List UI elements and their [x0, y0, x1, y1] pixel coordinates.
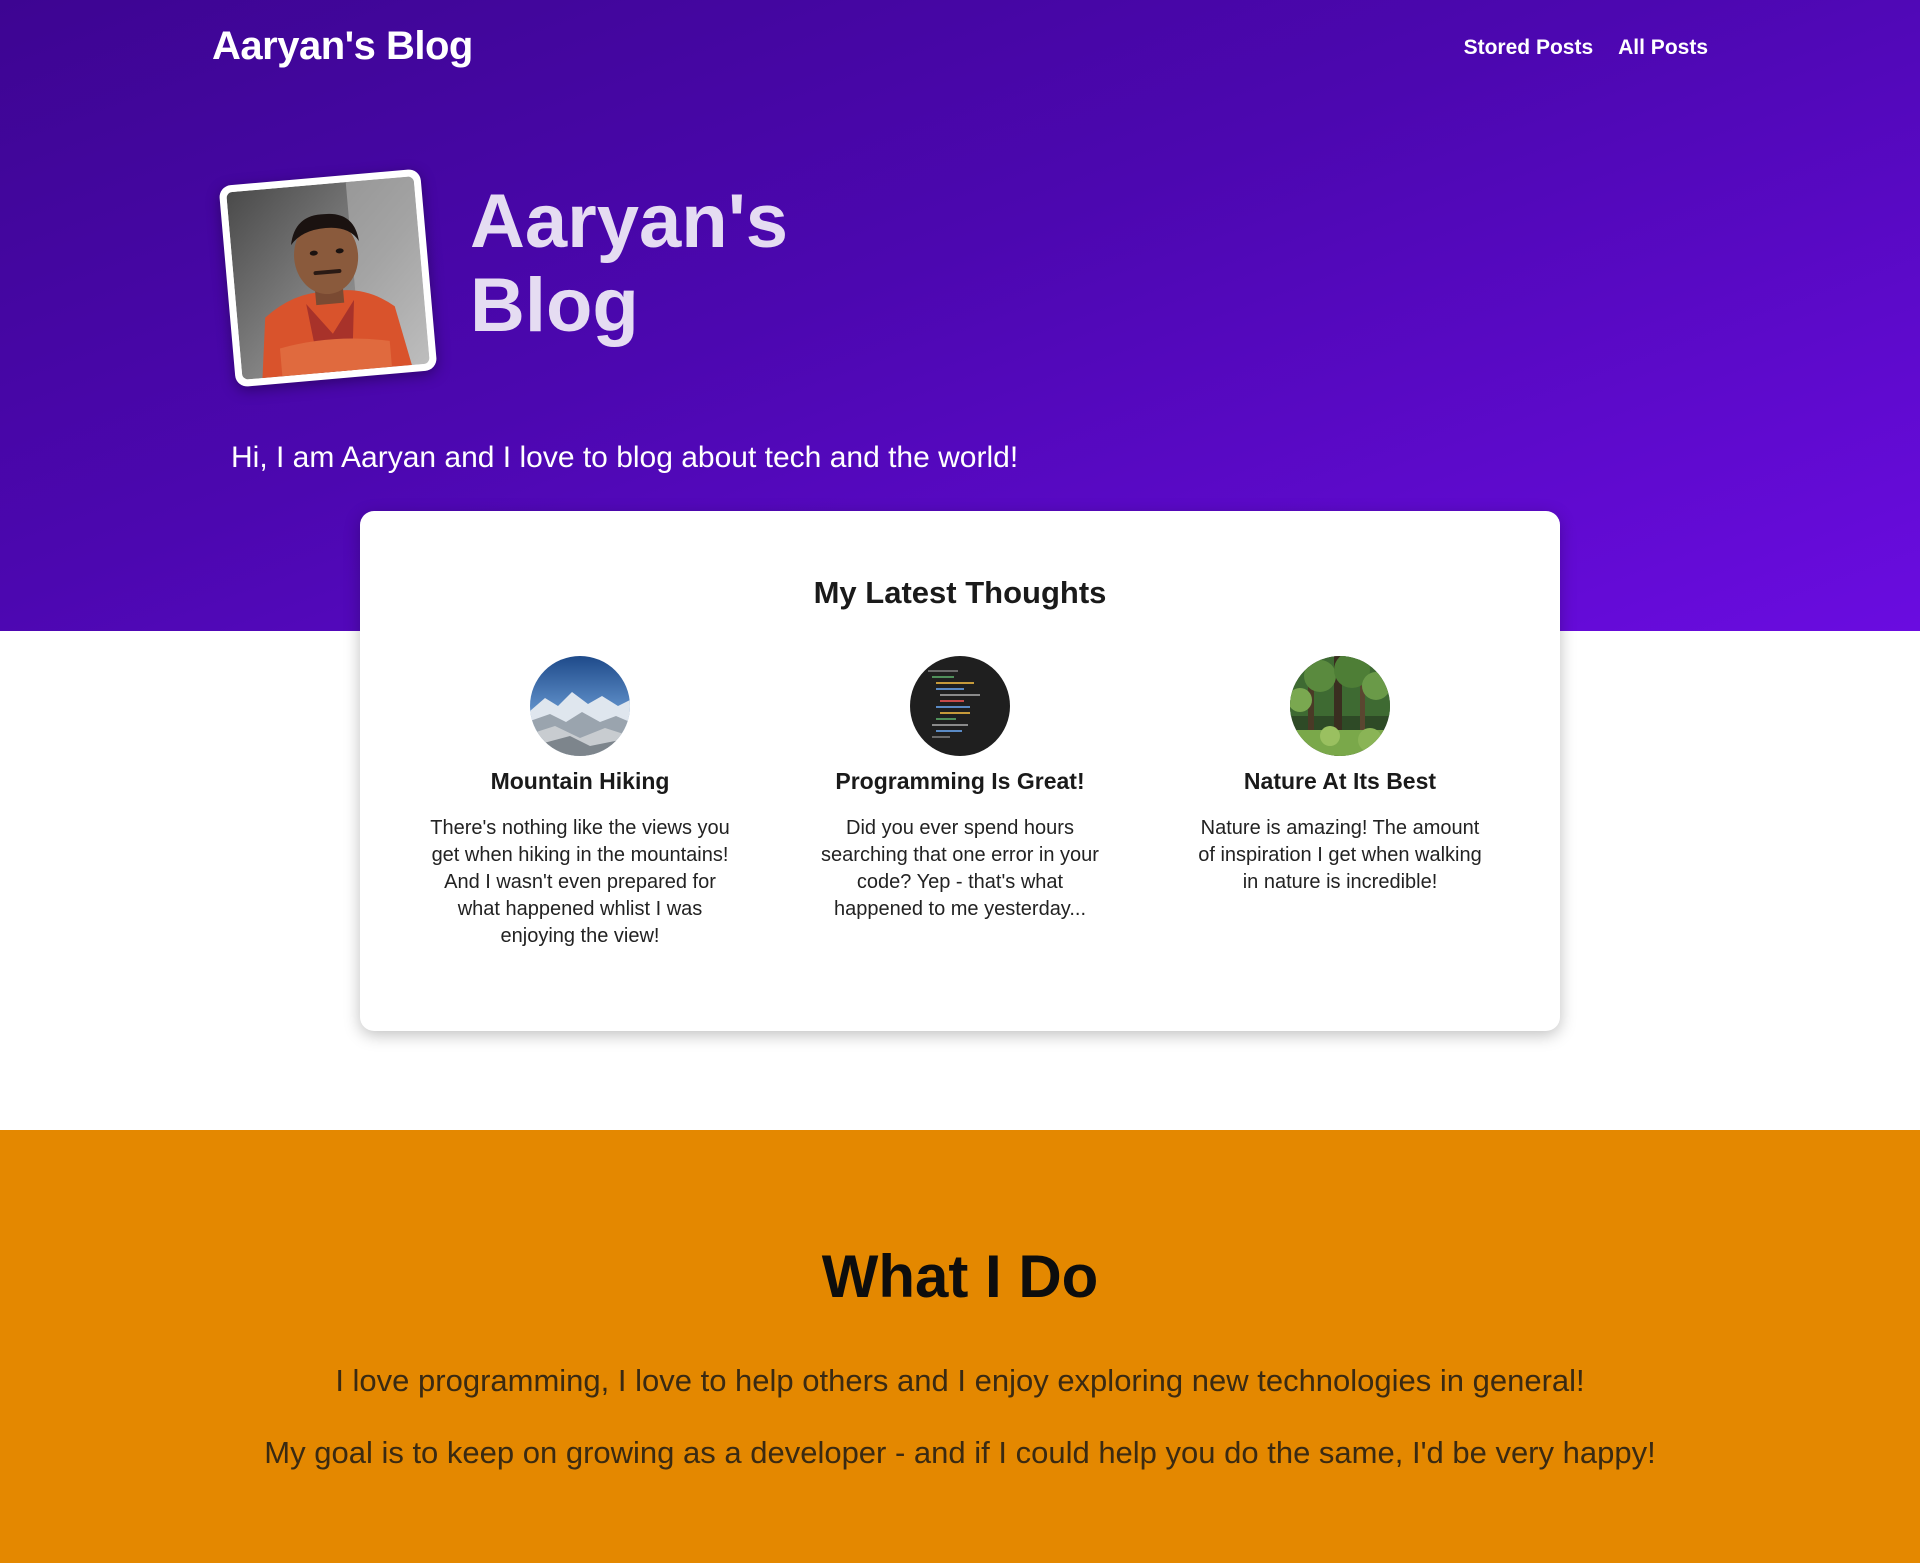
- post-title[interactable]: Mountain Hiking: [420, 768, 740, 795]
- post-item-programming[interactable]: Programming Is Great! Did you ever spend…: [800, 656, 1120, 950]
- post-excerpt: There's nothing like the views you get w…: [430, 817, 730, 947]
- post-excerpt: Did you ever spend hours searching that …: [821, 817, 1099, 920]
- hero-intro: Hi, I am Aaryan and I love to blog about…: [231, 441, 1019, 474]
- posts-list: Mountain Hiking There's nothing like the…: [360, 656, 1560, 950]
- post-excerpt: Nature is amazing! The amount of inspira…: [1198, 817, 1482, 893]
- code-thumbnail: [910, 656, 1010, 756]
- what-i-do-paragraph: I love programming, I love to help other…: [335, 1363, 1585, 1398]
- hero-title: Aaryan's Blog: [470, 179, 789, 348]
- nav-link-all-posts[interactable]: All Posts: [1618, 36, 1708, 60]
- avatar: [218, 168, 438, 388]
- latest-posts-heading: My Latest Thoughts: [813, 575, 1107, 610]
- what-i-do-paragraph: My goal is to keep on growing as a devel…: [264, 1435, 1656, 1470]
- forest-thumbnail: [1290, 656, 1390, 756]
- post-item-nature[interactable]: Nature At Its Best Nature is amazing! Th…: [1180, 656, 1500, 950]
- nav-link-stored-posts[interactable]: Stored Posts: [1464, 36, 1594, 60]
- what-i-do-section: What I Do I love programming, I love to …: [0, 1130, 1920, 1563]
- site-logo[interactable]: Aaryan's Blog: [212, 24, 473, 69]
- what-i-do-title: What I Do: [821, 1243, 1099, 1310]
- post-item-mountain-hiking[interactable]: Mountain Hiking There's nothing like the…: [420, 656, 740, 950]
- profile-photo: [226, 176, 430, 380]
- main-nav: Stored Posts All Posts: [1464, 36, 1708, 60]
- post-title[interactable]: Nature At Its Best: [1180, 768, 1500, 795]
- post-title[interactable]: Programming Is Great!: [800, 768, 1120, 795]
- mountain-thumbnail: [530, 656, 630, 756]
- latest-posts-card: My Latest Thoughts Mountain Hiking There…: [360, 511, 1560, 1031]
